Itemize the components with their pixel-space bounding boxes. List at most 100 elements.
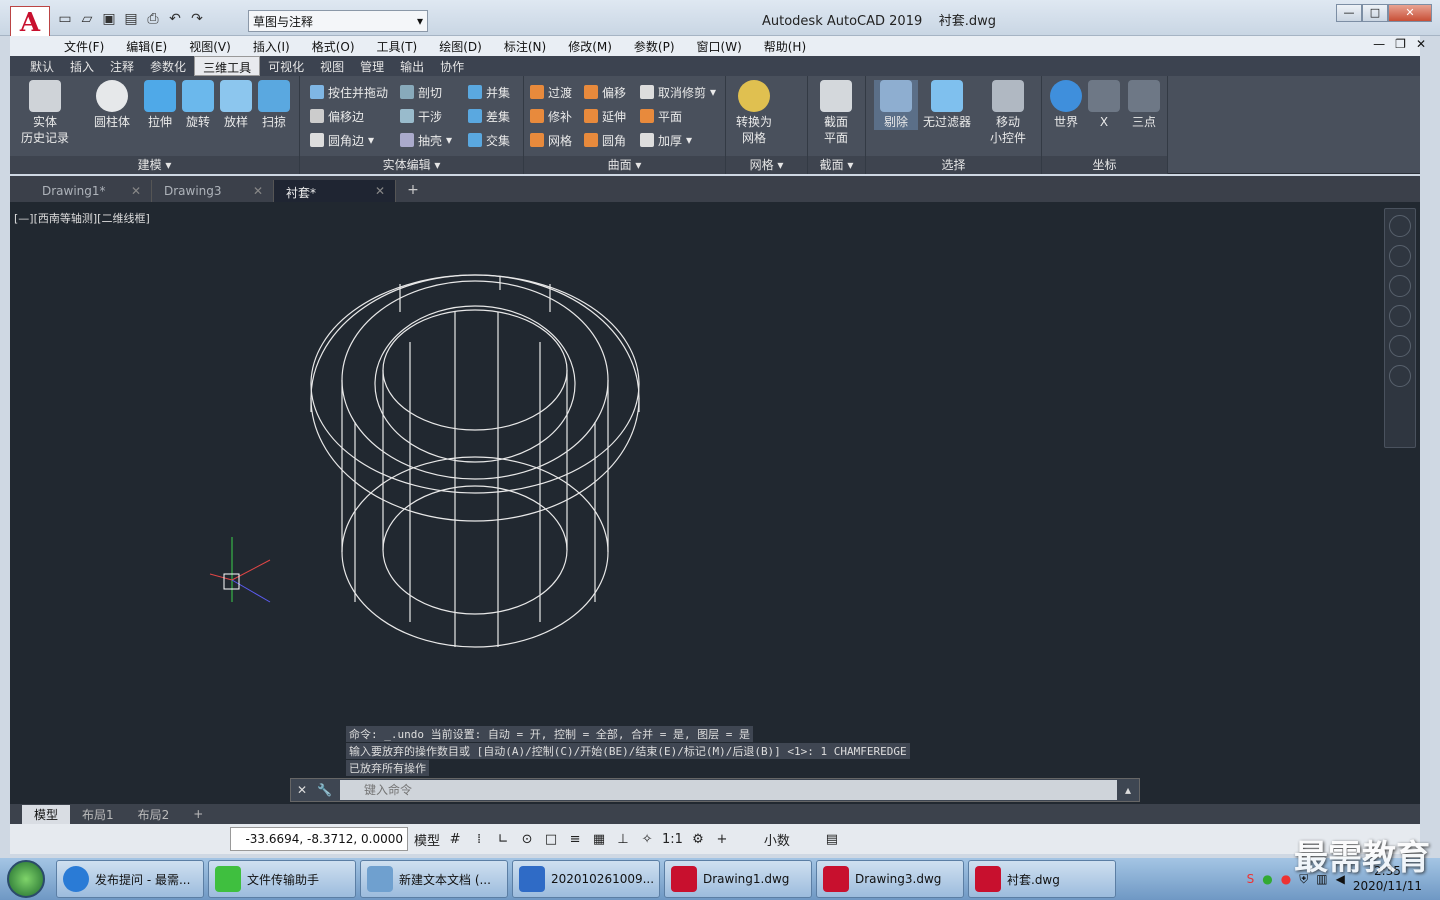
tab-visualize[interactable]: 可视化 (260, 56, 312, 76)
menu-draw[interactable]: 绘图(D) (439, 38, 482, 55)
open-file-icon[interactable]: ▱ (78, 10, 96, 28)
taskbar-wechat-transfer[interactable]: 文件传输助手 (208, 860, 356, 898)
pan-icon[interactable] (1389, 275, 1411, 297)
menu-file[interactable]: 文件(F) (64, 38, 104, 55)
lineweight-icon[interactable]: ≡ (566, 832, 584, 847)
wechat-icon[interactable]: ● (1262, 872, 1272, 886)
autocad-logo-button[interactable]: A (10, 6, 50, 40)
taskbar-bushing[interactable]: 衬套.dwg (968, 860, 1116, 898)
minimize-button[interactable]: — (1336, 4, 1362, 22)
menu-edit[interactable]: 编辑(E) (126, 38, 167, 55)
save-as-icon[interactable]: ▤ (122, 10, 140, 28)
polar-icon[interactable]: ⊙ (518, 832, 536, 847)
sweep-button[interactable]: 扫掠 (252, 80, 296, 130)
menu-parametric[interactable]: 参数(P) (634, 38, 675, 55)
surface-offset-button[interactable]: 偏移 (584, 82, 626, 102)
thicken-button[interactable]: 加厚 ▾ (640, 130, 692, 150)
start-button[interactable] (0, 858, 52, 900)
tab-manage[interactable]: 管理 (352, 56, 392, 76)
workspace-dropdown[interactable]: 草图与注释 ▾ (248, 10, 428, 32)
tab-layout1[interactable]: 布局1 (70, 805, 126, 824)
command-input[interactable] (340, 780, 1117, 800)
network-button[interactable]: 网格 (530, 130, 572, 150)
move-gizmo-button[interactable]: 移动 小控件 (986, 80, 1030, 146)
tab-layout2[interactable]: 布局2 (126, 805, 182, 824)
close-icon[interactable]: ✕ (131, 184, 141, 198)
units-dropdown[interactable]: 小数 (737, 830, 817, 849)
taskbar-drawing1[interactable]: Drawing1.dwg (664, 860, 812, 898)
orbit-icon[interactable] (1389, 335, 1411, 357)
close-icon[interactable]: ✕ (291, 783, 313, 797)
menu-window[interactable]: 窗口(W) (697, 38, 742, 55)
ucs-x-button[interactable]: X (1082, 80, 1126, 130)
intersect-button[interactable]: 交集 (468, 130, 510, 150)
menu-help[interactable]: 帮助(H) (764, 38, 806, 55)
gizmo-icon[interactable]: ✧ (638, 832, 656, 847)
save-icon[interactable]: ▣ (100, 10, 118, 28)
menu-format[interactable]: 格式(O) (312, 38, 355, 55)
tab-insert[interactable]: 插入 (62, 56, 102, 76)
taskbar-notepad[interactable]: 新建文本文档 (... (360, 860, 508, 898)
patch-button[interactable]: 修补 (530, 106, 572, 126)
transparency-icon[interactable]: ▦ (590, 832, 608, 847)
ucs-icon[interactable]: ⊥ (614, 832, 632, 847)
plus-icon[interactable]: + (713, 832, 731, 847)
panel-title-mesh[interactable]: 网格 ▾ (726, 156, 807, 174)
tab-view[interactable]: 视图 (312, 56, 352, 76)
shell-button[interactable]: 抽壳 ▾ (400, 130, 452, 150)
undo-icon[interactable]: ↶ (166, 10, 184, 28)
doc-restore-button[interactable]: ❐ (1395, 37, 1406, 51)
wrench-icon[interactable]: 🔧 (313, 783, 336, 797)
steering-wheel-icon[interactable] (1389, 245, 1411, 267)
showmotion-icon[interactable] (1389, 365, 1411, 387)
blend-button[interactable]: 过渡 (530, 82, 572, 102)
slice-button[interactable]: 剖切 (400, 82, 442, 102)
redo-icon[interactable]: ↷ (188, 10, 206, 28)
panel-title-section[interactable]: 截面 ▾ (808, 156, 865, 174)
menu-dimension[interactable]: 标注(N) (504, 38, 546, 55)
interfere-button[interactable]: 干涉 (400, 106, 442, 126)
add-layout-button[interactable]: + (181, 806, 215, 822)
tab-output[interactable]: 输出 (392, 56, 432, 76)
planar-button[interactable]: 平面 (640, 106, 682, 126)
tab-model[interactable]: 模型 (22, 804, 71, 824)
ucs-3point-button[interactable]: 三点 (1122, 80, 1166, 130)
taskbar-video[interactable]: 202010261009... (512, 860, 660, 898)
surface-fillet-button[interactable]: 圆角 (584, 130, 626, 150)
close-button[interactable]: ✕ (1388, 4, 1432, 22)
fillet-edge-button[interactable]: 圆角边 ▾ (310, 130, 374, 150)
subtract-button[interactable]: 差集 (468, 106, 510, 126)
viewcube-icon[interactable] (1389, 215, 1411, 237)
tab-parametric[interactable]: 参数化 (142, 56, 194, 76)
taskbar-ie[interactable]: 发布提问 - 最需... (56, 860, 204, 898)
maximize-button[interactable]: □ (1362, 4, 1388, 22)
convert-to-mesh-button[interactable]: 转换为 网格 (732, 80, 776, 146)
taskbar-drawing3[interactable]: Drawing3.dwg (816, 860, 964, 898)
drawing-viewport[interactable]: [—][西南等轴测][二维线框] 命令: _.undo 当前设置: 自动 = 开… (10, 202, 1420, 804)
cylinder-button[interactable]: 圆柱体 (90, 80, 134, 130)
snap-icon[interactable]: ⁞ (470, 832, 488, 847)
menu-insert[interactable]: 插入(I) (253, 38, 290, 55)
presspull-button[interactable]: 按住并拖动 (310, 82, 388, 102)
culling-button[interactable]: 剔除 (874, 80, 918, 130)
close-icon[interactable]: ✕ (253, 184, 263, 198)
ortho-icon[interactable]: ∟ (494, 832, 512, 847)
tab-default[interactable]: 默认 (22, 56, 62, 76)
panel-title-modeling[interactable]: 建模 ▾ (10, 156, 299, 174)
weibo-icon[interactable]: ● (1281, 872, 1291, 886)
doc-minimize-button[interactable]: — (1373, 37, 1385, 51)
no-filter-button[interactable]: 无过滤器 (922, 80, 972, 130)
doc-tab-drawing1[interactable]: Drawing1* ✕ (30, 180, 152, 202)
solid-history-button[interactable]: 实体 历史记录 (20, 80, 70, 146)
menu-view[interactable]: 视图(V) (189, 38, 231, 55)
print-icon[interactable]: ⎙ (144, 10, 162, 28)
offset-edge-button[interactable]: 偏移边 (310, 106, 364, 126)
menu-modify[interactable]: 修改(M) (568, 38, 612, 55)
untrim-button[interactable]: 取消修剪 ▾ (640, 82, 716, 102)
doc-tab-drawing3[interactable]: Drawing3 ✕ (152, 180, 274, 202)
gear-icon[interactable]: ⚙ (689, 832, 707, 847)
tab-collaborate[interactable]: 协作 (432, 56, 472, 76)
close-icon[interactable]: ✕ (375, 184, 385, 198)
grid-icon[interactable]: # (446, 832, 464, 847)
properties-icon[interactable]: ▤ (823, 832, 841, 847)
